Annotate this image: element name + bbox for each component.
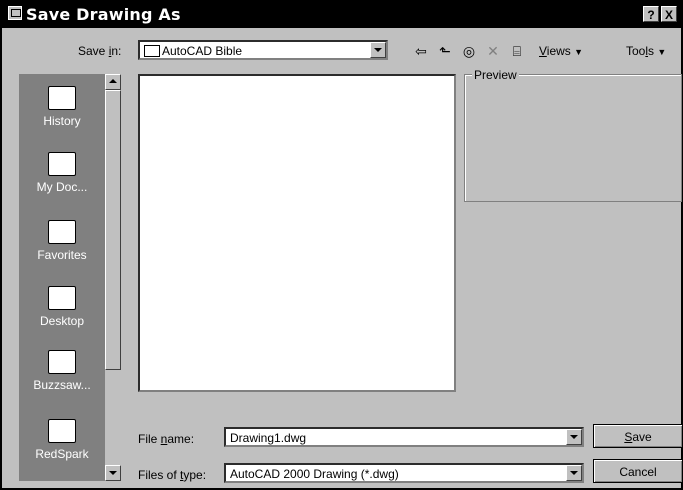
save-drawing-dialog: Save Drawing As ? X Save in: AutoCAD Bib… xyxy=(0,0,683,490)
file-type-dropdown[interactable]: AutoCAD 2000 Drawing (*.dwg) xyxy=(224,463,584,483)
folder-icon xyxy=(144,45,160,57)
delete-icon[interactable]: ✕ xyxy=(483,41,503,61)
place-label: RedSpark xyxy=(35,447,89,461)
chevron-down-icon[interactable] xyxy=(566,465,582,481)
file-type-value: AutoCAD 2000 Drawing (*.dwg) xyxy=(230,467,399,481)
my-documents-icon xyxy=(48,152,76,176)
search-web-icon[interactable]: ◎ xyxy=(459,41,479,61)
place-label: Favorites xyxy=(37,248,87,262)
place-label: Buzzsaw... xyxy=(33,378,91,392)
back-icon[interactable]: ⇦ xyxy=(411,41,431,61)
chevron-down-icon[interactable] xyxy=(566,429,582,445)
redspark-icon xyxy=(48,419,76,443)
save-button[interactable]: Save xyxy=(593,424,683,448)
file-name-field[interactable]: Drawing1.dwg xyxy=(224,427,584,447)
window-title: Save Drawing As xyxy=(26,5,181,24)
file-name-label: File name: xyxy=(138,432,195,446)
place-redspark[interactable]: RedSpark xyxy=(19,419,105,461)
place-history[interactable]: History xyxy=(19,86,105,128)
scroll-down-button[interactable] xyxy=(105,465,121,481)
new-folder-icon[interactable]: ⌸ xyxy=(507,41,527,61)
desktop-icon xyxy=(48,286,76,310)
preview-frame xyxy=(464,74,682,202)
chevron-down-icon[interactable] xyxy=(370,42,386,58)
preview-label: Preview xyxy=(472,68,519,82)
scroll-up-button[interactable] xyxy=(105,74,121,90)
place-desktop[interactable]: Desktop xyxy=(19,286,105,328)
history-icon xyxy=(48,86,76,110)
help-button[interactable]: ? xyxy=(643,6,659,22)
place-label: History xyxy=(43,114,81,128)
save-in-value: AutoCAD Bible xyxy=(162,44,243,58)
tools-menu[interactable]: Tools ▼ xyxy=(626,44,666,58)
arrow-down-icon xyxy=(109,471,117,475)
buzzsaw-icon xyxy=(48,350,76,374)
place-label: Desktop xyxy=(39,314,85,328)
save-in-dropdown[interactable]: AutoCAD Bible xyxy=(138,40,388,60)
place-buzzsaw[interactable]: Buzzsaw... xyxy=(19,350,105,392)
app-window-icon xyxy=(8,6,22,20)
favorites-icon xyxy=(48,220,76,244)
place-my-documents[interactable]: My Doc... xyxy=(19,152,105,194)
file-type-label: Files of type: xyxy=(138,468,207,482)
cancel-button[interactable]: Cancel xyxy=(593,459,683,483)
file-name-value: Drawing1.dwg xyxy=(230,431,307,445)
file-list[interactable] xyxy=(138,74,456,392)
close-button[interactable]: X xyxy=(661,6,677,22)
arrow-up-icon xyxy=(109,79,117,83)
place-label: My Doc... xyxy=(36,180,88,194)
place-favorites[interactable]: Favorites xyxy=(19,220,105,262)
scrollbar-thumb[interactable] xyxy=(105,90,121,370)
title-bar[interactable]: Save Drawing As ? X xyxy=(2,2,681,28)
save-in-label: Save in: xyxy=(78,44,122,58)
views-menu[interactable]: Views ▼ xyxy=(539,44,583,58)
up-folder-icon[interactable]: ⬑ xyxy=(435,41,455,61)
